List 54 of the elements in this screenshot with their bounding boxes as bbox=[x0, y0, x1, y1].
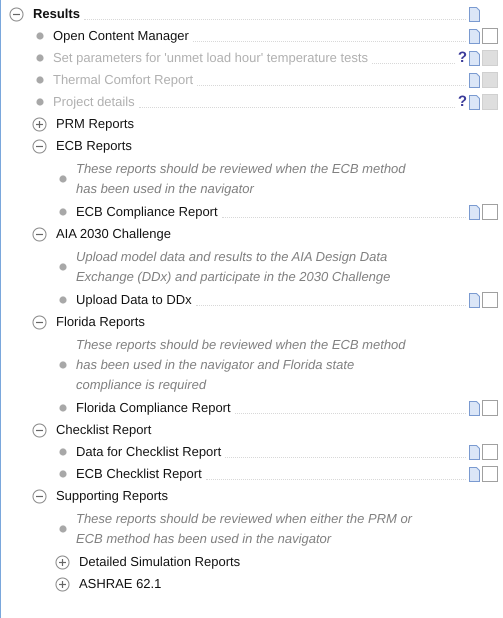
document-icon[interactable] bbox=[469, 28, 480, 44]
expand-icon[interactable] bbox=[55, 554, 70, 570]
task-label[interactable]: Open Content Manager bbox=[53, 27, 189, 45]
collapse-icon[interactable] bbox=[32, 138, 47, 154]
checkbox[interactable] bbox=[482, 466, 498, 482]
group-label[interactable]: Detailed Simulation Reports bbox=[79, 553, 240, 571]
task-label[interactable]: Data for Checklist Report bbox=[76, 443, 222, 461]
bullet-icon bbox=[36, 76, 44, 84]
task-label[interactable]: Florida Compliance Report bbox=[76, 399, 231, 417]
document-icon[interactable] bbox=[469, 466, 480, 482]
document-icon[interactable] bbox=[469, 292, 480, 308]
bullet-icon bbox=[59, 263, 67, 271]
collapse-icon[interactable] bbox=[32, 226, 47, 242]
bullet-icon bbox=[59, 361, 67, 369]
document-icon[interactable] bbox=[469, 444, 480, 460]
bullet-icon bbox=[59, 175, 67, 183]
bullet-icon bbox=[59, 448, 67, 456]
group-label[interactable]: ECB Reports bbox=[56, 137, 132, 155]
description-text: These reports should be reviewed when the ECB method has been used in the navigator bbox=[76, 160, 407, 198]
collapse-icon[interactable] bbox=[32, 314, 47, 330]
group-label[interactable]: Supporting Reports bbox=[56, 487, 168, 505]
collapse-icon[interactable] bbox=[9, 6, 24, 22]
bullet-icon bbox=[59, 208, 67, 216]
group-label[interactable]: PRM Reports bbox=[56, 115, 134, 133]
bullet-icon bbox=[59, 470, 67, 478]
collapse-icon[interactable] bbox=[32, 422, 47, 438]
collapse-icon[interactable] bbox=[32, 488, 47, 504]
document-icon[interactable] bbox=[469, 6, 480, 22]
checkbox[interactable] bbox=[482, 444, 498, 460]
bullet-icon bbox=[36, 98, 44, 106]
bullet-icon bbox=[36, 32, 44, 40]
bullet-icon bbox=[59, 525, 67, 533]
document-icon[interactable] bbox=[469, 204, 480, 220]
description-text: These reports should be reviewed when the ECB method has been used in the navigator and Florida state compliance is required bbox=[76, 336, 407, 394]
description-text: These reports should be reviewed when either the PRM or ECB method has been used in the navigator bbox=[76, 510, 413, 548]
checkbox[interactable] bbox=[482, 400, 498, 416]
group-label[interactable]: AIA 2030 Challenge bbox=[56, 225, 171, 243]
task-label[interactable]: Upload Data to DDx bbox=[76, 291, 192, 309]
group-label[interactable]: Florida Reports bbox=[56, 313, 145, 331]
group-label[interactable]: Checklist Report bbox=[56, 421, 152, 439]
bullet-icon bbox=[59, 296, 67, 304]
group-label[interactable]: ASHRAE 62.1 bbox=[79, 575, 162, 593]
expand-icon[interactable] bbox=[32, 116, 47, 132]
description-text: Upload model data and results to the AIA Design Data Exchange (DDx) and participate in the 2030 Challenge bbox=[76, 248, 392, 286]
task-label[interactable]: ECB Compliance Report bbox=[76, 203, 218, 221]
document-icon[interactable] bbox=[469, 400, 480, 416]
checkbox[interactable] bbox=[482, 292, 498, 308]
task-label[interactable]: ECB Checklist Report bbox=[76, 465, 202, 483]
group-label[interactable]: Results bbox=[33, 5, 80, 23]
expand-icon[interactable] bbox=[55, 576, 70, 592]
bullet-icon bbox=[59, 404, 67, 412]
bullet-icon bbox=[36, 54, 44, 62]
checkbox[interactable] bbox=[482, 204, 498, 220]
checkbox[interactable] bbox=[482, 28, 498, 44]
